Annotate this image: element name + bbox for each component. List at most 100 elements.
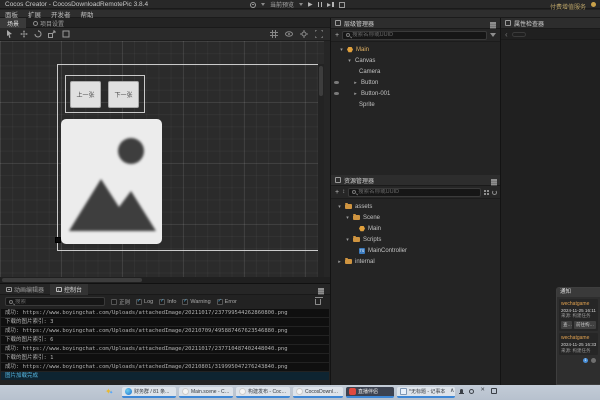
preview-window-button[interactable] — [338, 1, 345, 8]
rotate-tool-icon[interactable] — [34, 30, 42, 38]
tab-console[interactable]: 控制台 — [50, 283, 89, 295]
menu-help[interactable]: 帮助 — [76, 9, 99, 19]
log-checkbox[interactable]: ✓ — [136, 298, 143, 305]
hierarchy-node-button-001[interactable]: ▸ Button-001 — [331, 88, 500, 99]
taskbar-item-browser[interactable]: 财务群 / 81 条... — [122, 387, 176, 398]
caret-expanded-icon[interactable]: ▾ — [337, 204, 342, 210]
taskbar-item-notepad[interactable]: *无标题 - 记事本 — [397, 387, 455, 398]
log-row[interactable]: 成功: https://www.boyingchat.com/Uploads/a… — [1, 345, 329, 353]
menu-developer[interactable]: 开发者 — [46, 9, 76, 19]
hierarchy-node-button[interactable]: ▸ Button — [331, 77, 500, 88]
assets-search-input[interactable] — [358, 189, 477, 195]
create-asset-button[interactable]: + — [335, 189, 339, 196]
tab-scene[interactable]: 场景 — [0, 18, 27, 28]
filter-warning[interactable]: ✓ Warning — [182, 298, 211, 305]
error-checkbox[interactable]: ✓ — [216, 298, 223, 305]
next-image-button-node[interactable]: 下一张 — [108, 81, 139, 108]
hierarchy-menu-icon[interactable] — [490, 22, 496, 24]
hierarchy-search-input[interactable] — [352, 32, 483, 38]
rect-tool-icon[interactable] — [62, 30, 70, 38]
asset-folder-internal[interactable]: ▸ internal — [331, 256, 501, 267]
log-row[interactable]: 下载的图片索引: 1 — [1, 354, 329, 362]
back-arrow-icon[interactable]: ‹ — [505, 30, 508, 39]
menu-extension[interactable]: 扩展 — [23, 9, 46, 19]
info-checkbox[interactable]: ✓ — [159, 298, 166, 305]
visibility-icon[interactable] — [285, 30, 293, 38]
notification-count-badge[interactable]: 1 — [583, 358, 588, 364]
scale-tool-icon[interactable] — [48, 30, 56, 38]
clear-console-icon[interactable] — [314, 296, 323, 305]
filter-error[interactable]: ✓ Error — [216, 298, 237, 305]
chevron-down-icon[interactable] — [299, 3, 304, 6]
chevron-down-icon[interactable] — [261, 3, 265, 6]
regex-checkbox[interactable] — [111, 298, 117, 305]
tab-project-settings[interactable]: 项目设置 — [26, 18, 71, 28]
console-menu-icon[interactable] — [318, 288, 324, 290]
visibility-eye-icon[interactable] — [334, 91, 339, 96]
menu-panel[interactable]: 面板 — [0, 9, 23, 19]
console-search-input[interactable] — [15, 298, 101, 305]
log-row-selected[interactable]: 图片加载完成 — [1, 372, 329, 380]
log-row[interactable]: 下载的图片索引: 3 — [1, 318, 329, 326]
console-search[interactable] — [5, 297, 105, 306]
log-row[interactable]: 成功: https://www.boyingchat.com/Uploads/a… — [1, 363, 329, 371]
hierarchy-node-camera[interactable]: Camera — [331, 66, 500, 77]
taskbar-item-main-scene[interactable]: Main.scene - Co... — [179, 387, 233, 398]
sprite-image-placeholder[interactable] — [61, 119, 162, 244]
fullscreen-icon[interactable] — [315, 30, 323, 38]
create-node-button[interactable]: + — [335, 32, 339, 39]
filter-log[interactable]: ✓ Log — [136, 298, 153, 305]
taskbar-item-live-companion[interactable]: 直播伴侣 — [346, 387, 394, 398]
console-log-list[interactable]: 成功: https://www.boyingchat.com/Uploads/a… — [0, 308, 330, 386]
log-row[interactable]: 下载的图片索引: 6 — [1, 336, 329, 344]
caret-collapsed-icon[interactable]: ▸ — [353, 80, 358, 86]
refresh-assets-icon[interactable] — [492, 189, 497, 195]
asset-folder-assets[interactable]: ▾ assets — [331, 201, 501, 212]
select-tool-icon[interactable] — [6, 30, 14, 38]
play-button[interactable]: ▶ — [308, 2, 313, 8]
log-row[interactable]: 成功: https://www.boyingchat.com/Uploads/a… — [1, 327, 329, 335]
visibility-eye-icon[interactable] — [334, 80, 339, 85]
scene-settings-gear-icon[interactable] — [300, 30, 308, 38]
copilot-sparkle-icon[interactable]: ✦ ✦ — [105, 388, 115, 398]
asset-folder-scene[interactable]: ▾ Scene — [331, 212, 501, 223]
tray-chevron-up-icon[interactable]: ∧ — [450, 388, 454, 394]
warning-checkbox[interactable]: ✓ — [182, 298, 189, 305]
hierarchy-node-sprite[interactable]: Sprite — [331, 99, 500, 110]
ime-icon[interactable] — [491, 388, 498, 394]
assets-view-icon[interactable] — [484, 189, 489, 195]
assets-search[interactable] — [348, 187, 481, 197]
regex-toggle[interactable]: 正则 — [111, 298, 130, 306]
step-button[interactable] — [327, 2, 334, 7]
asset-folder-scripts[interactable]: ▾ Scripts — [331, 234, 501, 245]
scene-vertical-scrollbar[interactable] — [318, 64, 324, 277]
caret-expanded-icon[interactable]: ▾ — [347, 58, 352, 64]
hierarchy-search[interactable] — [342, 30, 487, 40]
caret-collapsed-icon[interactable]: ▸ — [337, 259, 342, 265]
move-tool-icon[interactable] — [20, 30, 28, 38]
pause-button[interactable] — [317, 2, 323, 7]
grid-toggle-icon[interactable] — [270, 30, 278, 38]
caret-expanded-icon[interactable]: ▾ — [339, 47, 344, 53]
preview-settings-gear-icon[interactable] — [250, 1, 256, 8]
premium-icon[interactable] — [591, 2, 596, 7]
preview-device-dropdown[interactable]: 当前预览 — [270, 0, 294, 9]
hierarchy-node-canvas[interactable]: ▾ Canvas — [331, 55, 500, 66]
notification-view-button[interactable]: 查看 — [561, 321, 572, 330]
caret-expanded-icon[interactable]: ▾ — [345, 215, 350, 221]
hierarchy-node-main[interactable]: ▾ Main — [331, 44, 500, 55]
sort-assets-icon[interactable]: ↕ — [342, 189, 345, 195]
caret-expanded-icon[interactable]: ▾ — [345, 237, 350, 243]
notification-goto-build-button[interactable]: 前往构建面板 — [574, 321, 596, 330]
caret-collapsed-icon[interactable]: ▸ — [353, 91, 358, 97]
notification-dot-icon[interactable] — [591, 358, 596, 364]
log-row[interactable]: 成功: https://www.boyingchat.com/Uploads/a… — [1, 309, 329, 317]
anchor-gizmo-handle[interactable] — [55, 237, 61, 243]
tray-badge-icon[interactable] — [469, 388, 475, 394]
filter-info[interactable]: ✓ Info — [159, 298, 176, 305]
asset-scene-main[interactable]: Main — [331, 223, 501, 234]
prev-image-button-node[interactable]: 上一张 — [70, 81, 101, 108]
tab-animation-editor[interactable]: 动画编辑器 — [0, 284, 50, 295]
taskbar-item-build[interactable]: 构建发布 - Coco... — [236, 387, 290, 398]
notification-card[interactable]: wechatgame 2024-11-25 16:33:4 来源: 构建任务 — [559, 333, 598, 356]
